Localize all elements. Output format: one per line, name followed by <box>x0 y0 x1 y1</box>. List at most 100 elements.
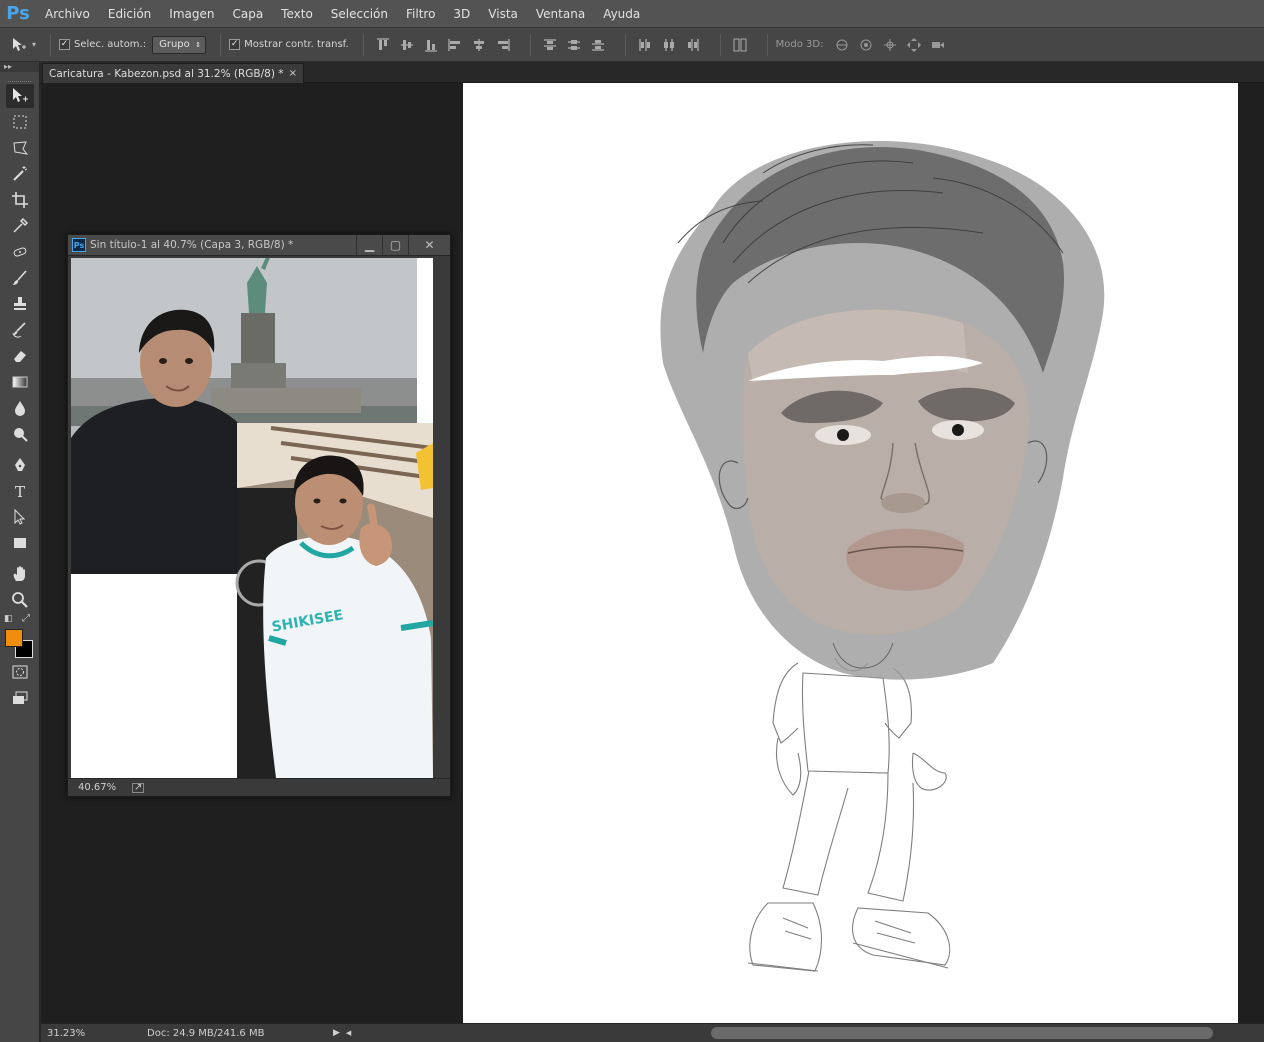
menu-ventana[interactable]: Ventana <box>527 0 594 28</box>
zoom-tool[interactable] <box>6 588 34 612</box>
distribute-left-icon[interactable] <box>634 34 656 56</box>
reference-photos: SHIKISEE <box>71 258 433 778</box>
water-drop-icon <box>15 401 25 416</box>
floating-zoom-level[interactable]: 40.67% <box>78 782 116 793</box>
mode-3d-label: Modo 3D: <box>775 39 824 50</box>
horizontal-scrollbar[interactable] <box>711 1027 1213 1039</box>
rectangular-marquee-icon <box>13 115 27 129</box>
reference-photo-canvas[interactable]: SHIKISEE <box>71 258 433 778</box>
show-transform-checkbox[interactable]: ✓ Mostrar contr. transf. <box>229 28 349 62</box>
slide-3d-icon[interactable] <box>903 34 925 56</box>
align-right-icon[interactable] <box>492 34 514 56</box>
menu-3d[interactable]: 3D <box>444 0 479 28</box>
dodge-tool[interactable] <box>6 422 34 446</box>
rectangle-tool[interactable] <box>6 531 34 555</box>
type-icon: T <box>15 483 25 500</box>
lasso-tool[interactable] <box>6 136 34 160</box>
share-icon[interactable]: ↗ <box>132 782 145 793</box>
pan-3d-icon[interactable] <box>879 34 901 56</box>
distribute-bottom-icon[interactable] <box>587 34 609 56</box>
panel-grip[interactable] <box>8 72 31 82</box>
distribute-right-icon[interactable] <box>682 34 704 56</box>
brush-tool[interactable] <box>6 266 34 290</box>
roll-3d-icon[interactable] <box>855 34 877 56</box>
menu-edicion[interactable]: Edición <box>99 0 160 28</box>
maximize-icon[interactable]: ▢ <box>382 235 408 255</box>
menu-bar: Ps Archivo Edición Imagen Capa Texto Sel… <box>0 0 1264 28</box>
close-icon[interactable]: ✕ <box>408 235 450 255</box>
scale-3d-icon[interactable] <box>927 34 949 56</box>
history-brush-tool[interactable] <box>6 318 34 342</box>
align-top-icon[interactable] <box>372 34 394 56</box>
menu-filtro[interactable]: Filtro <box>397 0 444 28</box>
brush-icon <box>13 270 27 285</box>
path-selection-icon <box>14 508 26 525</box>
eraser-tool[interactable] <box>6 344 34 368</box>
hand-tool[interactable] <box>6 562 34 586</box>
floating-window-title: Sin título-1 al 40.7% (Capa 3, RGB/8) * <box>90 239 294 251</box>
tool-preset-picker[interactable]: ▾ <box>8 28 36 62</box>
magnifier-icon <box>12 592 28 608</box>
menu-ayuda[interactable]: Ayuda <box>594 0 649 28</box>
floating-document-window[interactable]: Ps Sin título-1 al 40.7% (Capa 3, RGB/8)… <box>67 234 451 797</box>
move-tool-icon <box>8 34 30 56</box>
rectangle-icon <box>14 538 26 548</box>
scroll-left-arrow-icon[interactable]: ◀ <box>346 1029 351 1037</box>
align-vcenter-icon[interactable] <box>396 34 418 56</box>
minimize-icon[interactable]: ▁ <box>356 235 382 255</box>
floating-window-titlebar[interactable]: Ps Sin título-1 al 40.7% (Capa 3, RGB/8)… <box>68 235 450 256</box>
align-left-icon[interactable] <box>444 34 466 56</box>
close-icon[interactable]: × <box>289 68 297 79</box>
distribute-top-icon[interactable] <box>539 34 561 56</box>
crop-icon <box>12 192 28 208</box>
main-document-canvas[interactable] <box>463 83 1238 1023</box>
path-selection-tool[interactable] <box>6 505 34 529</box>
menu-archivo[interactable]: Archivo <box>36 0 99 28</box>
photoshop-badge-icon: Ps <box>72 238 86 252</box>
align-hcenter-icon[interactable] <box>468 34 490 56</box>
auto-select-value: Grupo <box>159 39 190 50</box>
collapse-panel-icon[interactable]: ▸▸ <box>0 62 39 72</box>
gradient-tool[interactable] <box>6 370 34 394</box>
status-menu-arrow-icon[interactable]: ▶ <box>333 1028 340 1038</box>
menu-seleccion[interactable]: Selección <box>322 0 397 28</box>
distribute-hcenter-icon[interactable] <box>658 34 680 56</box>
screen-mode-tool[interactable] <box>6 686 34 710</box>
quick-mask-tool[interactable] <box>6 660 34 684</box>
auto-select-label: Selec. autom.: <box>74 39 147 50</box>
align-bottom-icon[interactable] <box>420 34 442 56</box>
gradient-icon <box>12 376 28 388</box>
auto-align-layers-icon[interactable] <box>729 34 751 56</box>
clone-stamp-tool[interactable] <box>6 292 34 316</box>
distribute-vcenter-icon[interactable] <box>563 34 585 56</box>
crop-tool[interactable] <box>6 188 34 212</box>
healing-brush-tool[interactable] <box>6 240 34 264</box>
divider <box>362 33 364 56</box>
menu-capa[interactable]: Capa <box>223 0 272 28</box>
blur-tool[interactable] <box>6 396 34 420</box>
move-tool-icon <box>13 88 28 102</box>
chevron-down-icon: ▾ <box>32 40 37 49</box>
menu-vista[interactable]: Vista <box>479 0 527 28</box>
default-colors-icon[interactable]: ◧ <box>4 614 13 624</box>
checkbox-checked-icon: ✓ <box>59 39 71 50</box>
eyedropper-tool[interactable] <box>6 214 34 238</box>
rotate-3d-icon[interactable] <box>831 34 853 56</box>
move-tool[interactable] <box>6 84 34 108</box>
type-tool[interactable]: T <box>6 479 34 503</box>
document-size-info: Doc: 24.9 MB/241.6 MB <box>147 1027 265 1039</box>
document-tab[interactable]: Caricatura - Kabezon.psd al 31.2% (RGB/8… <box>42 63 304 83</box>
updown-arrows-icon: ⇕ <box>195 40 202 49</box>
auto-select-checkbox[interactable]: ✓ Selec. autom.: <box>59 28 146 62</box>
stamp-icon <box>14 297 26 310</box>
marquee-tool[interactable] <box>6 110 34 134</box>
menu-texto[interactable]: Texto <box>272 0 322 28</box>
pen-tool[interactable] <box>6 453 34 477</box>
swap-colors-icon[interactable]: ⤢ <box>22 613 30 624</box>
foreground-color-swatch[interactable] <box>5 629 23 647</box>
magic-wand-tool[interactable] <box>6 162 34 186</box>
bandage-icon <box>13 247 27 257</box>
zoom-level[interactable]: 31.23% <box>41 1028 121 1039</box>
auto-select-dropdown[interactable]: Grupo ⇕ <box>152 35 207 54</box>
menu-imagen[interactable]: Imagen <box>160 0 223 28</box>
